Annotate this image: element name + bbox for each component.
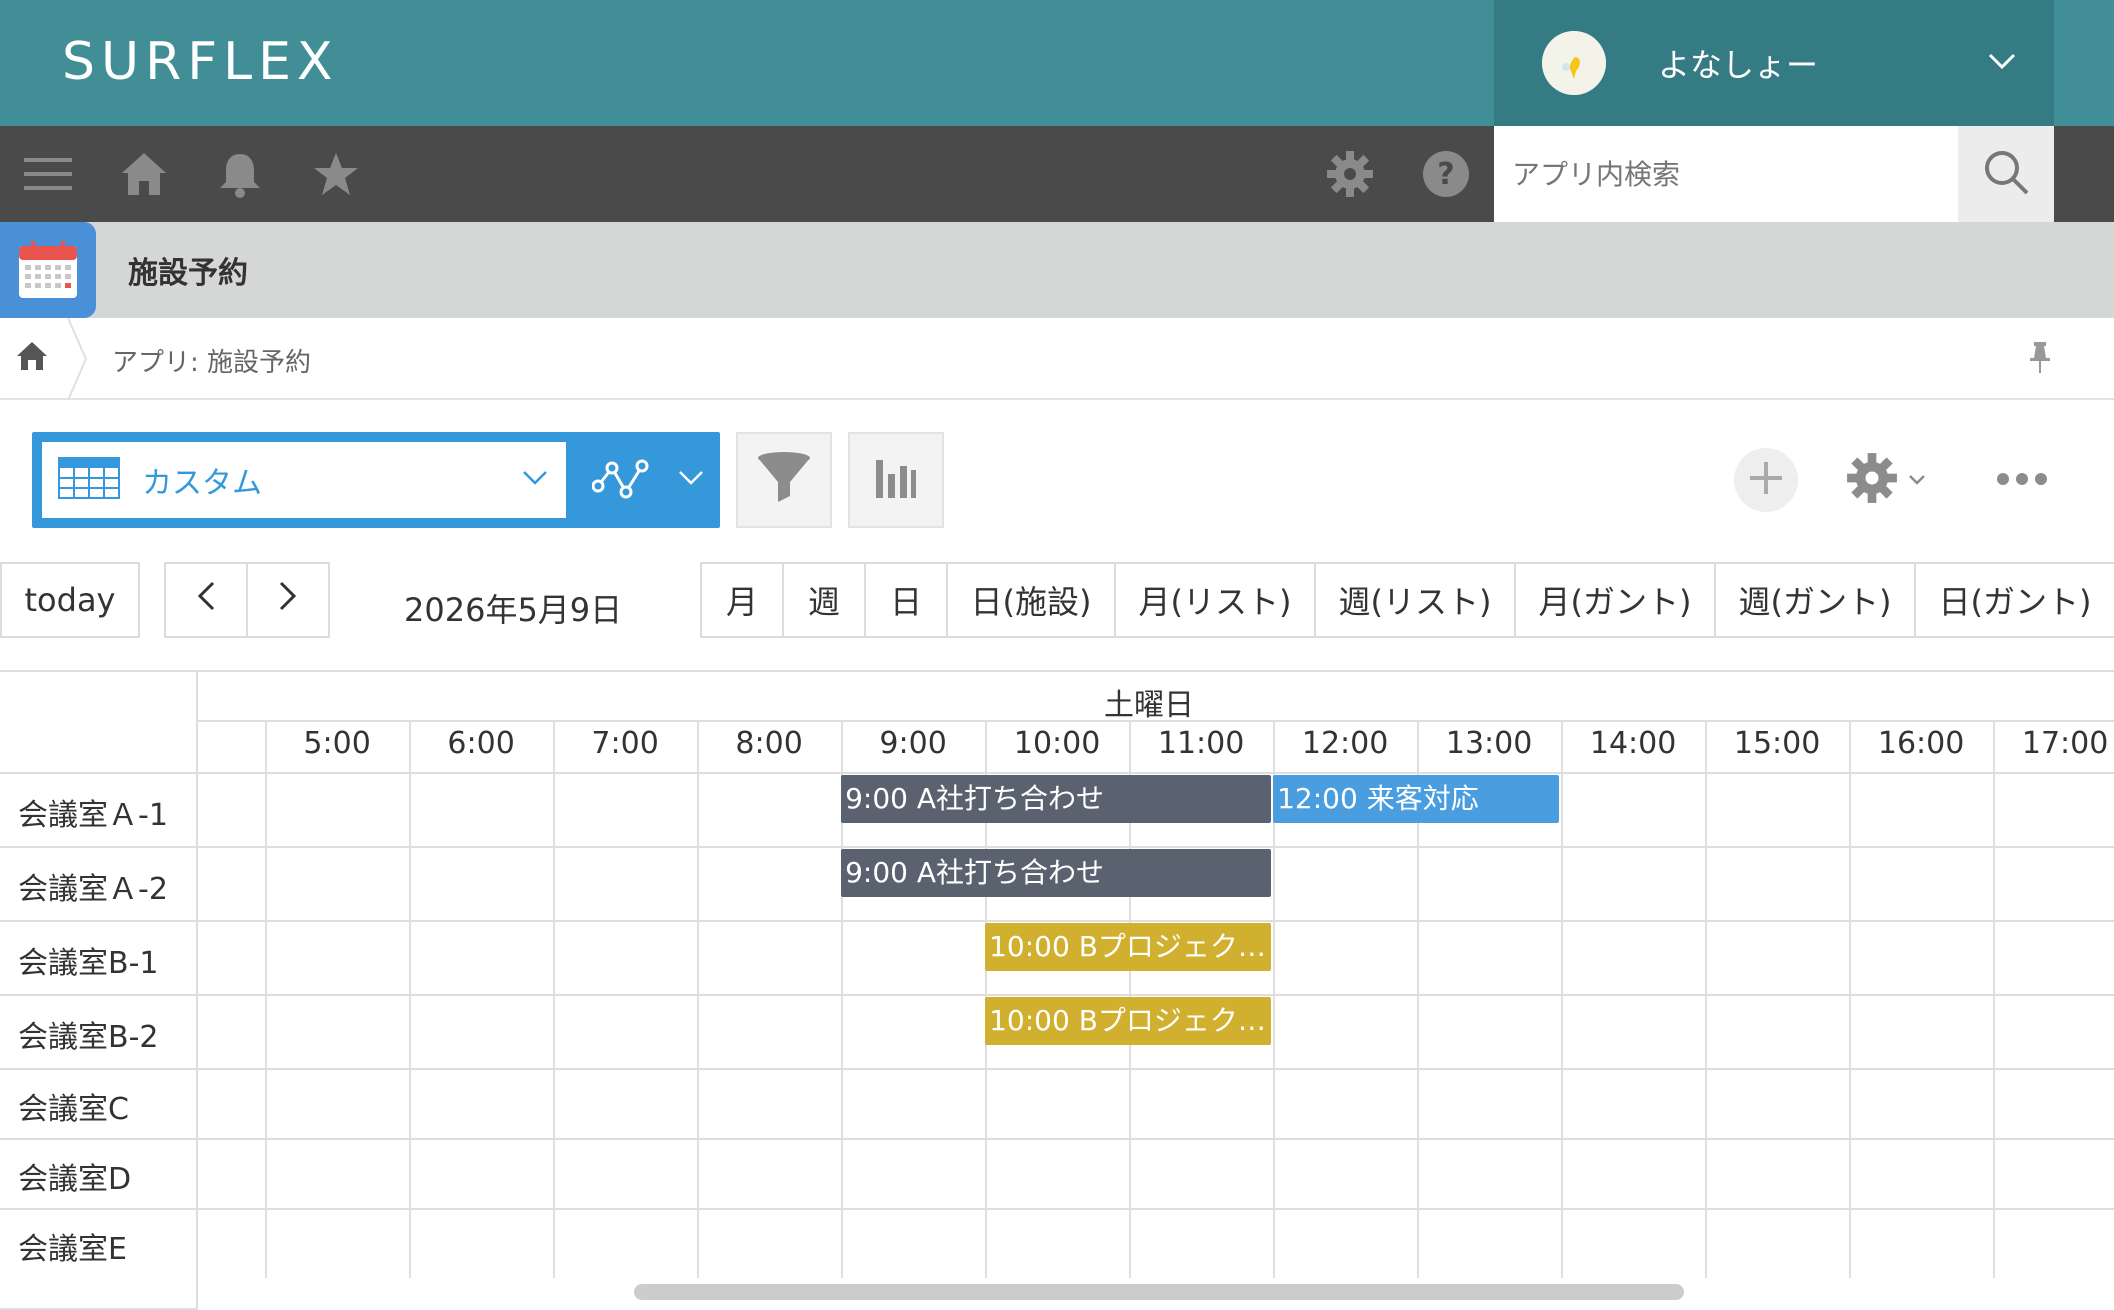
- row-divider: [0, 920, 2114, 922]
- resource-label[interactable]: 会議室Ａ-2: [18, 864, 168, 908]
- row-divider: [0, 994, 2114, 996]
- hour-gridline: [1993, 720, 1996, 1278]
- timeline-grid: 5:00 6:00 7:00 8:00 9:00 10:00 11:00 12:00 13:00…: [0, 0, 2114, 1310]
- hour-label: 6:00: [447, 726, 515, 761]
- resource-label[interactable]: 会議室E: [18, 1224, 127, 1268]
- hour-gridline: [697, 720, 700, 1278]
- hour-label: 9:00: [879, 726, 947, 761]
- hour-label: 11:00: [1157, 726, 1245, 761]
- resource-column-border: [196, 670, 198, 1310]
- hour-label: 16:00: [1877, 726, 1965, 761]
- resource-label[interactable]: 会議室B-1: [18, 938, 159, 982]
- hour-label: 15:00: [1733, 726, 1821, 761]
- event-bar[interactable]: 10:00 Bプロジェク…: [985, 923, 1272, 971]
- hour-label: 13:00: [1445, 726, 1533, 761]
- hour-gridline: [409, 720, 412, 1278]
- hour-label: 5:00: [303, 726, 371, 761]
- hour-gridline: [265, 720, 268, 1278]
- row-divider: [0, 846, 2114, 848]
- grid-top-border: [0, 670, 2114, 672]
- resource-label[interactable]: 会議室B-2: [18, 1012, 159, 1056]
- horizontal-scrollbar[interactable]: [634, 1284, 1684, 1300]
- hour-gridline: [1849, 720, 1852, 1278]
- hour-label: 14:00: [1589, 726, 1677, 761]
- event-bar[interactable]: 9:00 A社打ち合わせ: [841, 849, 1272, 897]
- event-bar[interactable]: 10:00 Bプロジェク…: [985, 997, 1272, 1045]
- resource-label[interactable]: 会議室D: [18, 1154, 131, 1198]
- event-bar[interactable]: 12:00 来客対応: [1273, 775, 1560, 823]
- hour-label: 12:00: [1301, 726, 1389, 761]
- hour-gridline: [553, 720, 556, 1278]
- row-divider: [0, 1138, 2114, 1140]
- hour-gridline: [1561, 720, 1564, 1278]
- hour-label: 10:00: [1013, 726, 1101, 761]
- hour-label: 17:00: [2021, 726, 2109, 761]
- row-divider: [0, 1068, 2114, 1070]
- day-of-week-header: 土曜日: [1104, 688, 1194, 723]
- row-divider: [0, 1208, 2114, 1210]
- hour-label: 8:00: [735, 726, 803, 761]
- resource-label[interactable]: 会議室C: [18, 1084, 129, 1128]
- hour-label: 7:00: [591, 726, 659, 761]
- header-bottom-border: [0, 772, 2114, 774]
- event-bar[interactable]: 9:00 A社打ち合わせ: [841, 775, 1272, 823]
- hour-gridline: [1705, 720, 1708, 1278]
- resource-label[interactable]: 会議室Ａ-1: [18, 790, 168, 834]
